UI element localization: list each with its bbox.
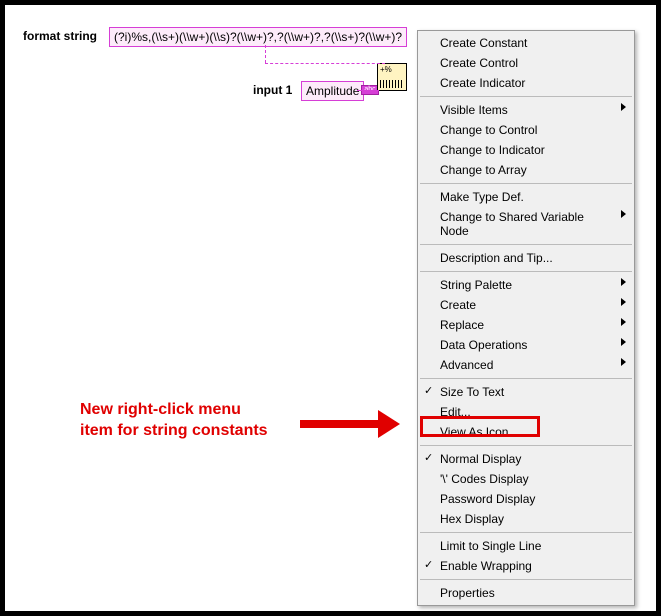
annotation-line2: item for string constants: [80, 422, 268, 439]
submenu-arrow-icon: [621, 338, 626, 346]
menu-separator: [420, 244, 632, 245]
menu-item[interactable]: Change to Array: [418, 160, 634, 180]
menu-item[interactable]: Limit to Single Line: [418, 536, 634, 556]
menu-item[interactable]: Make Type Def.: [418, 187, 634, 207]
menu-item[interactable]: Replace: [418, 315, 634, 335]
menu-item[interactable]: Password Display: [418, 489, 634, 509]
submenu-arrow-icon: [621, 278, 626, 286]
submenu-arrow-icon: [621, 298, 626, 306]
format-string-label: format string: [23, 29, 97, 43]
input-1-label: input 1: [253, 83, 292, 97]
menu-item[interactable]: Data Operations: [418, 335, 634, 355]
menu-separator: [420, 271, 632, 272]
menu-item[interactable]: Enable Wrapping✓: [418, 556, 634, 576]
wire: [357, 90, 379, 91]
menu-separator: [420, 532, 632, 533]
menu-separator: [420, 183, 632, 184]
menu-item[interactable]: Create Control: [418, 53, 634, 73]
menu-item[interactable]: Create Constant: [418, 33, 634, 53]
menu-item[interactable]: Normal Display✓: [418, 449, 634, 469]
menu-item[interactable]: String Palette: [418, 275, 634, 295]
menu-item[interactable]: Size To Text✓: [418, 382, 634, 402]
context-menu: Create ConstantCreate ControlCreate Indi…: [417, 30, 635, 606]
menu-item[interactable]: Advanced: [418, 355, 634, 375]
menu-separator: [420, 445, 632, 446]
submenu-arrow-icon: [621, 358, 626, 366]
input-1-constant[interactable]: Amplitude: [301, 81, 364, 101]
format-string-constant[interactable]: (?i)%s,(\\s+)(\\w+)(\\s)?(\\w+)?,?(\\w+)…: [109, 27, 407, 47]
menu-separator: [420, 579, 632, 580]
annotation-line1: New right-click menu: [80, 401, 241, 418]
menu-item[interactable]: Visible Items: [418, 100, 634, 120]
menu-item[interactable]: Create Indicator: [418, 73, 634, 93]
menu-separator: [420, 96, 632, 97]
menu-item[interactable]: '\' Codes Display: [418, 469, 634, 489]
submenu-arrow-icon: [621, 210, 626, 218]
menu-item[interactable]: Properties: [418, 583, 634, 603]
submenu-arrow-icon: [621, 103, 626, 111]
menu-item[interactable]: Change to Control: [418, 120, 634, 140]
scan-node-icon[interactable]: [377, 63, 407, 91]
submenu-arrow-icon: [621, 318, 626, 326]
menu-item[interactable]: View As Icon: [418, 422, 634, 442]
wire: [265, 63, 385, 64]
menu-item[interactable]: Change to Shared Variable Node: [418, 207, 634, 241]
check-icon: ✓: [424, 384, 433, 397]
annotation-text: New right-click menu item for string con…: [80, 400, 268, 442]
menu-item[interactable]: Hex Display: [418, 509, 634, 529]
wire: [265, 45, 266, 63]
menu-item[interactable]: Edit...: [418, 402, 634, 422]
menu-item[interactable]: Change to Indicator: [418, 140, 634, 160]
menu-separator: [420, 378, 632, 379]
check-icon: ✓: [424, 558, 433, 571]
diagram-frame: format string (?i)%s,(\\s+)(\\w+)(\\s)?(…: [0, 0, 661, 616]
menu-item[interactable]: Description and Tip...: [418, 248, 634, 268]
menu-item[interactable]: Create: [418, 295, 634, 315]
check-icon: ✓: [424, 451, 433, 464]
